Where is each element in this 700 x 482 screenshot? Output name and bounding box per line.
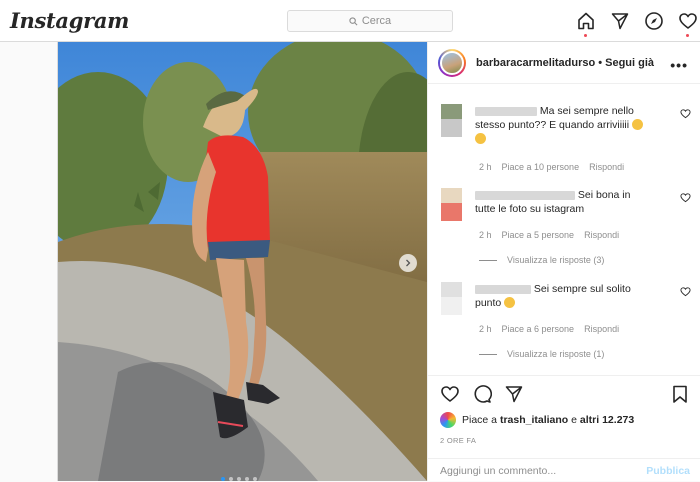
comment-meta: 2 h Piace a 6 persone Rispondi (479, 324, 619, 334)
reply-button[interactable]: Rispondi (589, 162, 624, 172)
view-replies-label: Visualizza le risposte (3) (507, 255, 605, 265)
comment-avatar[interactable] (441, 104, 462, 137)
liked-by-mid: e (568, 414, 580, 426)
like-heart-icon[interactable] (440, 384, 460, 404)
reply-button[interactable]: Rispondi (584, 230, 619, 240)
view-replies-button[interactable]: Visualizza le risposte (1) (479, 349, 604, 359)
comment-meta: 2 h Piace a 5 persone Rispondi (479, 230, 619, 240)
view-replies-button[interactable]: Visualizza le risposte (3) (479, 255, 604, 265)
activity-button[interactable] (678, 11, 698, 37)
post-side-panel: barbaracarmelitadurso • Segui già ••• Ma… (427, 42, 700, 481)
comment-time[interactable]: 2 h (479, 324, 492, 334)
carousel-dot (221, 477, 225, 481)
comment-likes[interactable]: Piace a 6 persone (502, 324, 575, 334)
carousel-dot (229, 477, 233, 481)
top-navigation-bar: Instagram Cerca (0, 0, 700, 42)
likes-count[interactable]: altri 12.273 (580, 414, 634, 426)
owner-username[interactable]: barbaracarmelitadurso (476, 57, 595, 69)
emoji-icon (475, 133, 486, 144)
carousel-indicator (221, 477, 257, 481)
search-icon (349, 16, 358, 25)
bookmark-icon[interactable] (670, 384, 690, 404)
comment-likes[interactable]: Piace a 5 persone (502, 230, 575, 240)
liker-username[interactable]: trash_italiano (500, 414, 568, 426)
home-icon (578, 12, 594, 30)
heart-icon (679, 13, 697, 29)
post-timestamp[interactable]: 2 ORE FA (440, 436, 476, 445)
commenter-username[interactable] (475, 284, 531, 294)
post-photo[interactable] (58, 42, 427, 481)
publish-button[interactable]: Pubblica (646, 465, 690, 477)
comment-input[interactable]: Aggiungi un commento... (440, 465, 556, 477)
reply-button[interactable]: Rispondi (584, 324, 619, 334)
chevron-right-icon (406, 259, 411, 267)
liked-by-prefix: Piace a (462, 414, 500, 426)
home-button[interactable] (576, 11, 596, 37)
liked-by: Piace a trash_italiano e altri 12.273 (440, 412, 634, 428)
emoji-icon (504, 297, 516, 308)
following-status[interactable]: • Segui già (598, 57, 654, 69)
instagram-logo[interactable]: Instagram (10, 8, 129, 33)
explore-button[interactable] (644, 11, 664, 31)
liker-avatar[interactable] (440, 412, 456, 428)
share-paper-plane-icon[interactable] (504, 384, 524, 404)
comment-avatar[interactable] (441, 282, 462, 315)
carousel-dot (253, 477, 257, 481)
comment-avatar[interactable] (441, 188, 462, 221)
post-image (58, 42, 427, 481)
commenter-username[interactable] (475, 190, 575, 200)
comment-likes[interactable]: Piace a 10 persone (502, 162, 580, 172)
comment-time[interactable]: 2 h (479, 230, 492, 240)
carousel-dot (245, 477, 249, 481)
like-comment-heart-icon[interactable] (680, 286, 691, 297)
view-replies-label: Visualizza le risposte (1) (507, 349, 605, 359)
like-comment-heart-icon[interactable] (680, 192, 691, 203)
post-actions: Piace a trash_italiano e altri 12.273 2 … (428, 375, 700, 481)
comment-bubble-icon[interactable] (472, 384, 492, 404)
comment-meta: 2 h Piace a 10 persone Rispondi (479, 162, 624, 172)
search-input[interactable]: Cerca (287, 10, 453, 32)
comment-time[interactable]: 2 h (479, 162, 492, 172)
commenter-username[interactable] (475, 106, 537, 116)
owner-avatar[interactable] (438, 48, 466, 77)
more-options-button[interactable]: ••• (670, 57, 688, 73)
add-comment-bar: Aggiungi un commento... Pubblica (428, 458, 700, 482)
comment-emojis (504, 297, 516, 309)
search-placeholder: Cerca (361, 15, 392, 27)
compass-icon (645, 12, 663, 30)
post-container: barbaracarmelitadurso • Segui già ••• Ma… (57, 42, 700, 481)
carousel-dot (237, 477, 241, 481)
notification-dot (584, 34, 587, 37)
notification-dot (686, 34, 689, 37)
paper-plane-icon (611, 13, 629, 30)
emoji-icon (632, 119, 644, 130)
like-comment-heart-icon[interactable] (680, 108, 691, 119)
direct-messages-button[interactable] (610, 11, 630, 31)
post-header: barbaracarmelitadurso • Segui già ••• (428, 42, 700, 84)
next-photo-button[interactable] (399, 254, 417, 272)
